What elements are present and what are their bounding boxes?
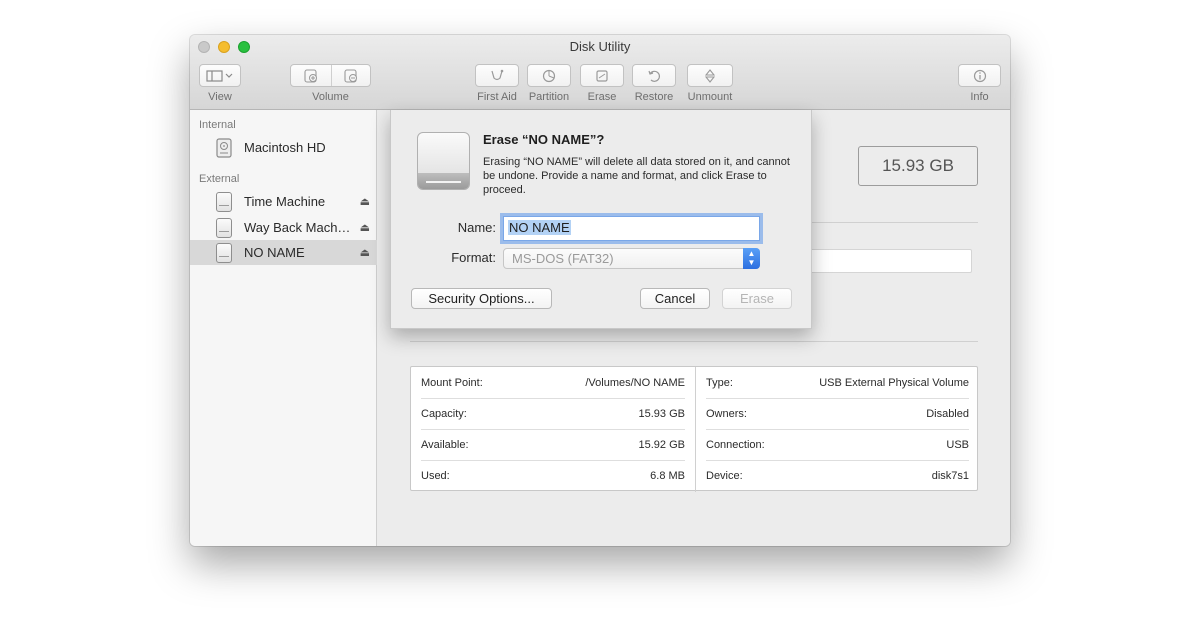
info-value: 6.8 MB [650,469,685,482]
eject-icon[interactable]: ⏏ [360,195,370,208]
sidebar-item-label: Macintosh HD [244,140,326,155]
sheet-title: Erase “NO NAME”? [483,132,605,147]
format-label: Format: [451,250,496,265]
external-drive-icon [417,132,470,190]
info-value: USB [946,438,969,451]
sidebar-section-external: External [199,173,240,185]
sidebar: Internal Macintosh HD External Time Mach… [190,110,377,546]
info-icon [959,65,1000,86]
erase-label: Erase [587,91,617,103]
pie-chart-icon [528,65,570,86]
info-value: USB External Physical Volume [819,376,969,389]
partition-button[interactable] [527,64,571,87]
sheet-message: Erasing “NO NAME” will delete all data s… [483,156,790,196]
erase-button[interactable] [580,64,624,87]
info-button[interactable] [958,64,1001,87]
info-column-left: Mount Point: /Volumes/NO NAME Capacity: 15… [411,367,695,492]
info-key: Owners: [706,407,747,420]
security-options-button[interactable]: Security Options... [411,288,552,309]
info-value: /Volumes/NO NAME [585,376,685,389]
info-row-type: Type: USB External Physical Volume [706,367,969,398]
info-key: Available: [421,438,469,451]
remove-volume-icon [344,68,357,83]
info-key: Connection: [706,438,765,451]
info-column-right: Type: USB External Physical Volume Owners… [695,367,979,492]
disk-utility-window: Disk Utility View Volume First Aid Parti… [190,35,1010,546]
remove-volume-button[interactable] [330,65,371,86]
info-row-device: Device: disk7s1 [706,460,969,491]
info-key: Device: [706,469,743,482]
divider [410,341,978,342]
internal-disk-icon [216,137,232,158]
external-disk-icon [216,217,232,238]
eject-icon[interactable]: ⏏ [360,221,370,234]
info-row-connection: Connection: USB [706,429,969,460]
info-value: 15.93 GB [638,407,685,420]
first-aid-label: First Aid [477,91,517,103]
sidebar-item-way-back-machine[interactable]: Way Back Mach… ⏏ [190,215,377,240]
sidebar-item-time-machine[interactable]: Time Machine ⏏ [190,189,377,214]
name-label: Name: [457,220,496,235]
add-volume-button[interactable] [291,65,331,86]
erase-confirm-button[interactable]: Erase [722,288,792,309]
volume-label: Volume [312,91,349,103]
volume-button-group [290,64,371,87]
restore-label: Restore [634,91,674,103]
capacity-display: 15.93 GB [858,146,978,186]
volume-info-table: Mount Point: /Volumes/NO NAME Capacity: 15… [410,366,979,492]
name-field[interactable]: NO NAME [503,216,760,241]
partition-label: Partition [528,91,570,103]
usage-bar [804,249,972,273]
view-button[interactable] [199,64,241,87]
unmount-icon [688,65,732,86]
info-key: Mount Point: [421,376,483,389]
info-row-owners: Owners: Disabled [706,398,969,429]
erase-sheet: Erase “NO NAME”? Erasing “NO NAME” will … [390,110,812,329]
view-label: View [208,91,232,103]
info-value: Disabled [926,407,969,420]
chevron-up-down-icon: ▲ ▼ [743,248,760,269]
info-label: Info [970,91,989,103]
info-key: Capacity: [421,407,467,420]
sidebar-item-label: NO NAME [244,245,305,260]
sidebar-section-internal: Internal [199,119,236,131]
window-title: Disk Utility [569,39,631,54]
name-value: NO NAME [508,220,571,235]
info-value: 15.92 GB [638,438,685,451]
restore-icon [633,65,675,86]
add-volume-icon [304,68,317,83]
info-key: Type: [706,376,733,389]
eject-icon[interactable]: ⏏ [360,246,370,259]
erase-icon [581,65,623,86]
title-bar: Disk Utility View Volume First Aid Parti… [190,35,1010,110]
info-key: Used: [421,469,450,482]
info-row-used: Used: 6.8 MB [421,460,685,491]
info-row-mount-point: Mount Point: /Volumes/NO NAME [421,367,685,398]
cancel-button[interactable]: Cancel [640,288,710,309]
restore-button[interactable] [632,64,676,87]
format-select[interactable]: MS-DOS (FAT32) ▲ ▼ [503,248,760,269]
external-disk-icon [216,242,232,263]
sidebar-item-label: Way Back Mach… [244,220,351,235]
sidebar-toggle-icon [200,65,240,86]
info-row-capacity: Capacity: 15.93 GB [421,398,685,429]
stethoscope-icon [476,65,518,86]
sidebar-item-label: Time Machine [244,194,326,209]
unmount-button[interactable] [687,64,733,87]
sidebar-item-no-name[interactable]: NO NAME ⏏ [190,240,377,265]
sidebar-item-macintosh-hd[interactable]: Macintosh HD [190,135,377,160]
external-disk-icon [216,191,232,212]
info-row-available: Available: 15.92 GB [421,429,685,460]
unmount-label: Unmount [687,91,733,103]
info-value: disk7s1 [931,469,969,482]
first-aid-button[interactable] [475,64,519,87]
format-value: MS-DOS (FAT32) [512,251,614,266]
